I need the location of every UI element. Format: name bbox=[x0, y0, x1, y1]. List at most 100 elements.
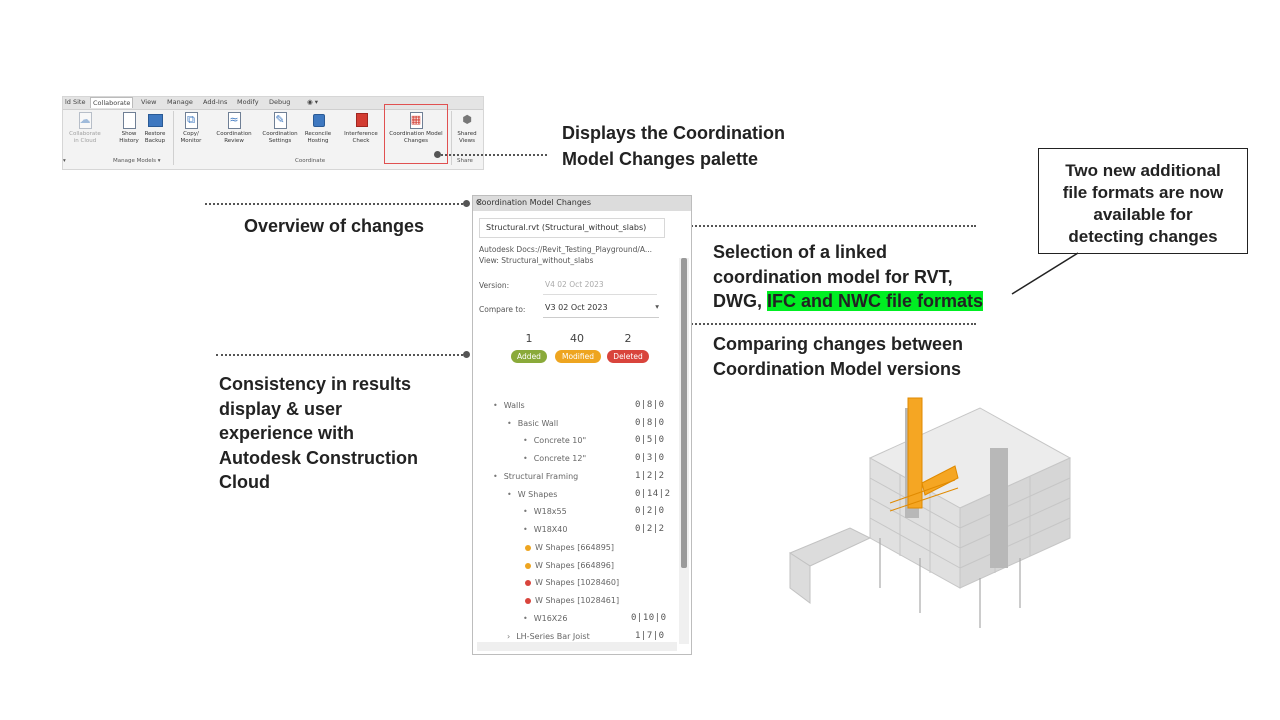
tree-item-counts: 0|5|0 bbox=[635, 435, 665, 445]
modified-badge[interactable]: Modified bbox=[555, 350, 601, 363]
ribbon-panel-arrow[interactable]: ▾ bbox=[63, 158, 66, 164]
callout-line bbox=[680, 323, 976, 325]
tree-item[interactable]: • Walls bbox=[493, 401, 525, 410]
cloud-collaborate-icon: ☁ bbox=[76, 111, 94, 129]
panel-manage-models[interactable]: Manage Models ▾ bbox=[113, 158, 161, 164]
interference-check-icon bbox=[352, 111, 370, 129]
copy-monitor-button[interactable]: ⧉ Copy/ Monitor bbox=[177, 111, 205, 144]
tab-build-site[interactable]: ld Site bbox=[65, 98, 85, 106]
copy-monitor-icon: ⧉ bbox=[182, 111, 200, 129]
modified-dot-icon bbox=[525, 544, 531, 551]
note-box: Two new additional file formats are now … bbox=[1038, 148, 1248, 254]
added-badge[interactable]: Added bbox=[511, 350, 547, 363]
tree-item[interactable]: • Basic Wall bbox=[507, 419, 558, 428]
callout-palette-text: Displays the Coordination Model Changes … bbox=[562, 123, 786, 169]
tree-item-counts: 0|2|0 bbox=[635, 506, 665, 516]
tree-item-deleted[interactable]: W Shapes [1028461] bbox=[525, 596, 619, 605]
highlighted-file-formats: IFC and NWC file formats bbox=[767, 291, 984, 311]
tree-item-counts: 1|2|2 bbox=[635, 471, 665, 481]
tree-item-counts: 0|2|2 bbox=[635, 524, 665, 534]
tree-item[interactable]: • W Shapes bbox=[507, 490, 557, 499]
close-icon[interactable]: ✕ bbox=[476, 198, 688, 207]
modified-count: 40 bbox=[570, 332, 584, 345]
callout-line bbox=[441, 154, 547, 156]
scrollbar-thumb[interactable] bbox=[681, 258, 687, 568]
tree-item[interactable]: • Structural Framing bbox=[493, 472, 578, 481]
tree-item-modified[interactable]: W Shapes [664896] bbox=[525, 561, 614, 570]
restore-backup-button[interactable]: Restore Backup bbox=[141, 111, 169, 144]
compare-to-label: Compare to: bbox=[479, 305, 526, 314]
restore-backup-icon bbox=[146, 111, 164, 129]
interference-check-button[interactable]: Interference Check bbox=[341, 111, 381, 144]
compare-to-value: V3 02 Oct 2023 bbox=[545, 303, 608, 312]
callout-comparing-text: Comparing changes between Coordination M… bbox=[713, 334, 964, 379]
tab-collaborate[interactable]: Collaborate bbox=[90, 97, 134, 108]
ribbon-options-icon[interactable]: ◉ ▾ bbox=[307, 98, 318, 106]
callout-dot bbox=[463, 200, 470, 207]
coordination-review-button[interactable]: ≈ Coordination Review bbox=[213, 111, 255, 144]
ribbon-separator bbox=[173, 111, 174, 165]
shared-views-button[interactable]: ⬢ Shared Views bbox=[453, 111, 481, 144]
callout-dot bbox=[434, 151, 441, 158]
coordination-model-changes-palette: Coordination Model Changes ✕ Structural.… bbox=[472, 195, 692, 655]
tree-item-modified[interactable]: W Shapes [664895] bbox=[525, 543, 614, 552]
tab-add-ins[interactable]: Add-Ins bbox=[203, 98, 227, 106]
note-pointer bbox=[1011, 252, 1079, 295]
model-path: Autodesk Docs://Revit_Testing_Playground… bbox=[479, 245, 653, 254]
tab-manage[interactable]: Manage bbox=[167, 98, 193, 106]
panel-share: Share bbox=[457, 158, 473, 164]
model-selector[interactable]: Structural.rvt (Structural_without_slabs… bbox=[479, 218, 665, 238]
deleted-count: 2 bbox=[624, 332, 632, 345]
tree-item-counts: 1|7|0 bbox=[635, 631, 665, 641]
callout-selection-text: Selection of a linked coordination model… bbox=[713, 242, 984, 311]
version-label: Version: bbox=[479, 281, 510, 290]
reconcile-hosting-button[interactable]: Reconcile Hosting bbox=[301, 111, 335, 144]
tree-item-counts: 0|14|2 bbox=[635, 489, 671, 499]
palette-title-bar: Coordination Model Changes ✕ bbox=[473, 196, 691, 211]
shared-views-icon: ⬢ bbox=[462, 113, 472, 126]
tab-modify[interactable]: Modify bbox=[237, 98, 259, 106]
callout-consistency-text: Consistency in results display & user ex… bbox=[219, 374, 419, 492]
coordination-settings-icon: ✎ bbox=[271, 111, 289, 129]
callout-line bbox=[205, 203, 463, 205]
tree-item-counts: 0|8|0 bbox=[635, 418, 665, 428]
coordination-settings-button[interactable]: ✎ Coordination Settings bbox=[259, 111, 301, 144]
deleted-dot-icon bbox=[525, 597, 531, 604]
tree-item[interactable]: • W16X26 bbox=[523, 614, 567, 623]
tree-item[interactable]: • W18X40 bbox=[523, 525, 567, 534]
callout-line bbox=[680, 225, 976, 227]
panel-coordinate: Coordinate bbox=[295, 158, 326, 164]
callout-line bbox=[216, 354, 463, 356]
tree-item[interactable]: • W18x55 bbox=[523, 507, 567, 516]
tab-debug[interactable]: Debug bbox=[269, 98, 290, 106]
tree-item-counts: 0|3|0 bbox=[635, 453, 665, 463]
tree-item-counts: 0|10|0 bbox=[631, 613, 667, 623]
collaborate-in-cloud-button[interactable]: ☁ Collaborate in Cloud bbox=[67, 111, 103, 144]
tree-item-counts: 0|8|0 bbox=[635, 400, 665, 410]
ribbon-separator bbox=[451, 111, 452, 165]
building-model-illustration bbox=[788, 397, 1072, 628]
horizontal-scrollbar[interactable] bbox=[477, 642, 677, 651]
model-selector-value: Structural.rvt (Structural_without_slabs… bbox=[486, 223, 647, 232]
version-value: V4 02 Oct 2023 bbox=[545, 280, 604, 289]
callout-dot bbox=[463, 351, 470, 358]
compare-to-dropdown[interactable]: V3 02 Oct 2023 ▾ bbox=[543, 301, 659, 318]
model-view: View: Structural_without_slabs bbox=[479, 256, 594, 265]
tab-view[interactable]: View bbox=[141, 98, 156, 106]
deleted-dot-icon bbox=[525, 579, 531, 586]
tree-item[interactable]: › LH-Series Bar Joist bbox=[507, 632, 590, 641]
coordination-review-icon: ≈ bbox=[225, 111, 243, 129]
tree-item[interactable]: • Concrete 10" bbox=[523, 436, 586, 445]
history-icon bbox=[120, 111, 138, 129]
modified-dot-icon bbox=[525, 562, 531, 569]
show-history-button[interactable]: Show History bbox=[115, 111, 143, 144]
tree-item[interactable]: • Concrete 12" bbox=[523, 454, 586, 463]
deleted-badge[interactable]: Deleted bbox=[607, 350, 649, 363]
reconcile-hosting-icon bbox=[309, 111, 327, 129]
tree-item-deleted[interactable]: W Shapes [1028460] bbox=[525, 578, 619, 587]
note-text: Two new additional file formats are now … bbox=[1062, 161, 1224, 246]
callout-overview-text: Overview of changes bbox=[244, 216, 425, 236]
chevron-down-icon: ▾ bbox=[655, 302, 659, 311]
version-field: V4 02 Oct 2023 bbox=[543, 278, 657, 295]
added-count: 1 bbox=[525, 332, 533, 345]
